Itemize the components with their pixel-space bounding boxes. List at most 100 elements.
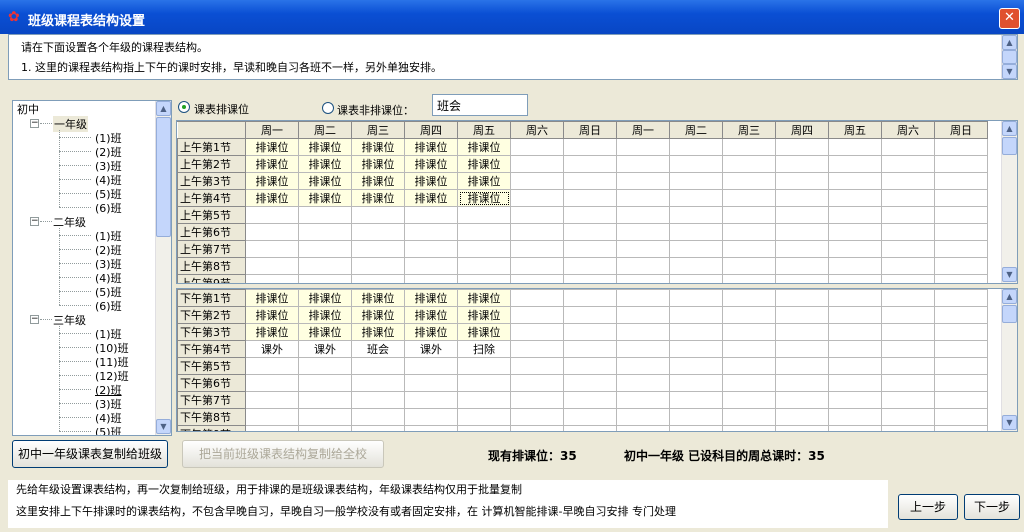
- schedule-cell[interactable]: [934, 289, 988, 307]
- schedule-cell[interactable]: [563, 223, 617, 241]
- schedule-cell[interactable]: [881, 306, 935, 324]
- schedule-cell[interactable]: [510, 374, 564, 392]
- schedule-cell[interactable]: 排课位: [298, 172, 352, 190]
- schedule-cell[interactable]: [934, 391, 988, 409]
- schedule-cell[interactable]: [881, 155, 935, 173]
- schedule-cell[interactable]: [775, 274, 829, 283]
- schedule-cell[interactable]: [457, 257, 511, 275]
- schedule-cell[interactable]: [934, 306, 988, 324]
- schedule-cell[interactable]: [669, 138, 723, 156]
- schedule-cell[interactable]: 排课位: [457, 155, 511, 173]
- schedule-cell[interactable]: [563, 274, 617, 283]
- day-header[interactable]: 周五: [457, 121, 511, 139]
- schedule-cell[interactable]: [616, 206, 670, 224]
- schedule-cell[interactable]: [404, 257, 458, 275]
- copy-class-to-school-button[interactable]: 把当前班级课表结构复制给全校: [182, 440, 384, 468]
- tree-class[interactable]: (5)班: [95, 424, 122, 435]
- day-header[interactable]: 周日: [934, 121, 988, 139]
- schedule-cell[interactable]: [881, 206, 935, 224]
- schedule-cell[interactable]: [722, 391, 776, 409]
- schedule-cell[interactable]: 排课位: [351, 189, 405, 207]
- schedule-cell[interactable]: [722, 306, 776, 324]
- schedule-cell[interactable]: 排课位: [245, 306, 299, 324]
- schedule-cell[interactable]: [510, 306, 564, 324]
- schedule-cell[interactable]: [563, 172, 617, 190]
- period-header[interactable]: 上午第9节: [177, 274, 246, 283]
- schedule-cell[interactable]: 排课位: [298, 289, 352, 307]
- scroll-up-icon[interactable]: ▲: [1002, 289, 1017, 304]
- schedule-cell[interactable]: [881, 138, 935, 156]
- schedule-cell[interactable]: [245, 223, 299, 241]
- schedule-cell[interactable]: [457, 240, 511, 258]
- schedule-cell[interactable]: [828, 425, 882, 431]
- schedule-cell[interactable]: 排课位: [351, 323, 405, 341]
- day-header[interactable]: 周五: [828, 121, 882, 139]
- schedule-cell[interactable]: [722, 274, 776, 283]
- schedule-cell[interactable]: 排课位: [351, 306, 405, 324]
- schedule-cell[interactable]: [669, 223, 723, 241]
- schedule-cell[interactable]: [775, 374, 829, 392]
- schedule-cell[interactable]: [881, 391, 935, 409]
- schedule-cell[interactable]: 排课位: [404, 138, 458, 156]
- schedule-cell[interactable]: [457, 408, 511, 426]
- tree-class[interactable]: (6)班: [95, 298, 122, 314]
- schedule-cell[interactable]: 课外: [298, 340, 352, 358]
- schedule-cell[interactable]: [563, 425, 617, 431]
- schedule-cell[interactable]: [616, 257, 670, 275]
- schedule-cell[interactable]: [457, 374, 511, 392]
- period-header[interactable]: 上午第5节: [177, 206, 246, 224]
- schedule-cell[interactable]: [669, 155, 723, 173]
- schedule-cell[interactable]: [245, 206, 299, 224]
- schedule-cell[interactable]: 排课位: [404, 323, 458, 341]
- schedule-cell[interactable]: [563, 391, 617, 409]
- schedule-cell[interactable]: 排课位: [245, 289, 299, 307]
- schedule-cell[interactable]: [934, 223, 988, 241]
- schedule-cell[interactable]: [245, 240, 299, 258]
- schedule-cell[interactable]: [510, 138, 564, 156]
- schedule-cell[interactable]: 排课位: [457, 189, 511, 207]
- schedule-cell[interactable]: [404, 223, 458, 241]
- schedule-cell[interactable]: [669, 257, 723, 275]
- day-header[interactable]: 周一: [245, 121, 299, 139]
- schedule-cell[interactable]: [298, 374, 352, 392]
- schedule-cell[interactable]: 扫除: [457, 340, 511, 358]
- tree-root[interactable]: 初中: [17, 101, 39, 117]
- schedule-cell[interactable]: [881, 425, 935, 431]
- schedule-cell[interactable]: [245, 374, 299, 392]
- schedule-cell[interactable]: [510, 340, 564, 358]
- schedule-cell[interactable]: [298, 206, 352, 224]
- schedule-cell[interactable]: [457, 357, 511, 375]
- schedule-cell[interactable]: [828, 138, 882, 156]
- period-header[interactable]: 上午第1节: [177, 138, 246, 156]
- schedule-cell[interactable]: [510, 425, 564, 431]
- schedule-cell[interactable]: [881, 357, 935, 375]
- schedule-cell[interactable]: [828, 306, 882, 324]
- schedule-cell[interactable]: [881, 223, 935, 241]
- schedule-cell[interactable]: [669, 306, 723, 324]
- schedule-cell[interactable]: [616, 155, 670, 173]
- schedule-cell[interactable]: [404, 274, 458, 283]
- schedule-cell[interactable]: [881, 289, 935, 307]
- scroll-up-icon[interactable]: ▲: [1002, 35, 1017, 50]
- schedule-cell[interactable]: [616, 138, 670, 156]
- schedule-cell[interactable]: [934, 340, 988, 358]
- schedule-cell[interactable]: 排课位: [404, 172, 458, 190]
- schedule-cell[interactable]: [669, 391, 723, 409]
- schedule-cell[interactable]: [934, 357, 988, 375]
- schedule-cell[interactable]: [669, 289, 723, 307]
- schedule-cell[interactable]: [881, 240, 935, 258]
- schedule-cell[interactable]: [510, 189, 564, 207]
- scroll-up-icon[interactable]: ▲: [1002, 121, 1017, 136]
- schedule-cell[interactable]: [722, 340, 776, 358]
- schedule-cell[interactable]: [669, 189, 723, 207]
- period-header[interactable]: 下午第9节: [177, 425, 246, 431]
- scroll-thumb[interactable]: [1002, 305, 1017, 323]
- schedule-cell[interactable]: [404, 408, 458, 426]
- schedule-cell[interactable]: [351, 374, 405, 392]
- schedule-cell[interactable]: [616, 425, 670, 431]
- schedule-cell[interactable]: 排课位: [245, 323, 299, 341]
- schedule-cell[interactable]: [245, 391, 299, 409]
- schedule-cell[interactable]: [510, 274, 564, 283]
- schedule-cell[interactable]: [616, 289, 670, 307]
- schedule-cell[interactable]: [563, 306, 617, 324]
